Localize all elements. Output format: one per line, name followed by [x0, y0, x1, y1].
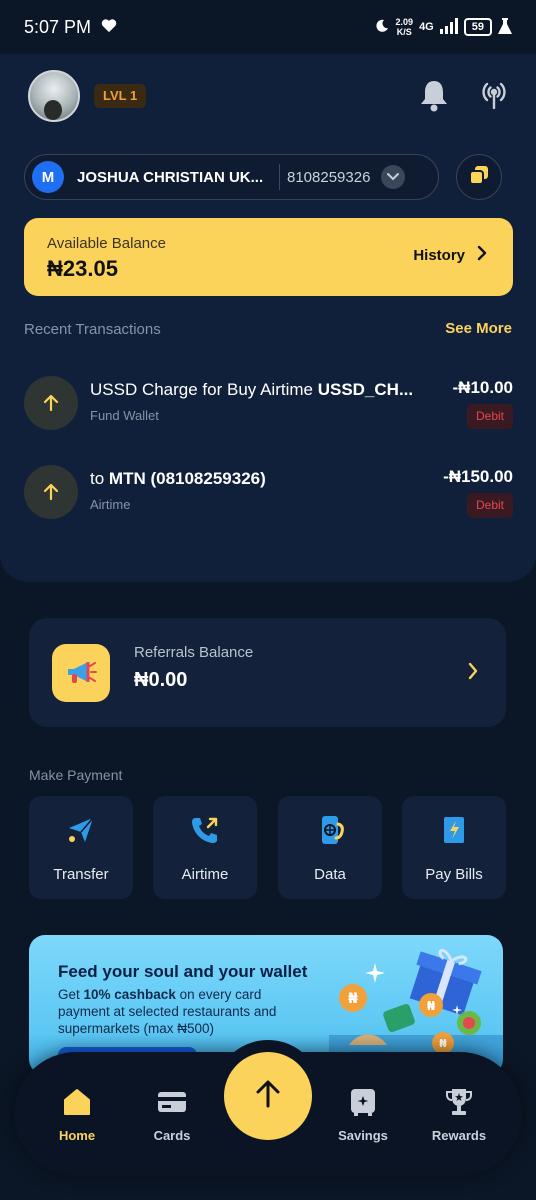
account-number: 8108259326 [287, 168, 371, 186]
debit-badge: Debit [466, 493, 513, 518]
referrals-card[interactable]: Referrals Balance ₦0.00 [29, 618, 506, 727]
bell-icon[interactable] [418, 78, 450, 112]
data-label: Data [314, 866, 346, 883]
make-payment-title: Make Payment [29, 767, 123, 783]
nav-home-label: Home [58, 1128, 96, 1143]
arrow-up-icon [24, 376, 78, 430]
divider [279, 164, 280, 190]
account-initial: M [32, 161, 64, 193]
status-right: 2.09 K/S 4G 59 [374, 17, 512, 37]
broadcast-icon[interactable] [478, 78, 510, 112]
transaction-title-bold: MTN (08108259326) [108, 469, 266, 488]
avatar-figure [44, 100, 62, 120]
balance-label: Available Balance [47, 235, 166, 252]
balance-value: ₦23.05 [47, 256, 118, 281]
promo-text: Get 10% cashback on every card payment a… [58, 986, 288, 1037]
transaction-row[interactable]: to MTN (08108259326) Airtime -₦150.00 De… [24, 463, 513, 523]
nav-rewards[interactable]: Rewards [419, 1086, 499, 1143]
copy-icon [468, 164, 490, 191]
history-label: History [413, 246, 465, 264]
nav-cards-label: Cards [153, 1128, 191, 1143]
net-speed-value: 2.09 [395, 17, 414, 27]
pay-bills-button[interactable]: Pay Bills [402, 796, 506, 899]
megaphone-icon [52, 644, 110, 702]
transaction-subtitle: Airtime [90, 497, 131, 512]
status-bar: 5:07 PM 2.09 K/S 4G 59 [0, 0, 536, 54]
chevron-right-icon [477, 245, 487, 265]
bill-icon [438, 814, 470, 846]
transaction-row[interactable]: USSD Charge for Buy Airtime USSD_CH... F… [24, 374, 513, 434]
transaction-title: USSD Charge for Buy Airtime USSD_CH... [90, 380, 430, 400]
svg-text:₦: ₦ [427, 999, 436, 1013]
nav-savings[interactable]: Savings [323, 1086, 403, 1143]
transaction-amount: -₦150.00 [443, 467, 513, 486]
arrow-up-icon [254, 1079, 282, 1114]
transaction-title-text: USSD Charge for Buy Airtime [90, 380, 318, 399]
promo-text-pre: Get [58, 987, 84, 1002]
phone-data-icon [314, 814, 346, 846]
nav-home[interactable]: Home [37, 1086, 117, 1143]
heart-icon [101, 17, 117, 38]
promo-text-bold: 10% cashback [83, 987, 176, 1002]
status-left: 5:07 PM [24, 17, 117, 38]
home-top-panel: LVL 1 M JOSHUA CHRISTIAN UK... 810825932… [0, 54, 536, 582]
signal-icon [439, 17, 458, 37]
data-button[interactable]: Data [278, 796, 382, 899]
flask-icon [498, 17, 512, 37]
referrals-value: ₦0.00 [134, 669, 188, 691]
nav-rewards-label: Rewards [431, 1128, 487, 1143]
moon-icon [374, 18, 390, 37]
phone-call-icon [189, 814, 221, 846]
transfer-label: Transfer [53, 866, 109, 883]
level-badge[interactable]: LVL 1 [94, 84, 147, 108]
transaction-subtitle: Fund Wallet [90, 408, 159, 423]
home-icon [61, 1086, 93, 1118]
pay-bills-label: Pay Bills [425, 866, 483, 883]
transfer-button[interactable]: Transfer [29, 796, 133, 899]
recent-transactions-title: Recent Transactions [24, 321, 161, 338]
chevron-right-icon [468, 662, 478, 685]
net-speed: 2.09 K/S [396, 17, 414, 37]
battery-indicator: 59 [463, 18, 492, 36]
promo-title: Feed your soul and your wallet [58, 962, 308, 981]
account-name: JOSHUA CHRISTIAN UK... [77, 168, 264, 186]
history-button[interactable]: History [413, 245, 487, 265]
trophy-icon [443, 1086, 475, 1118]
copy-button[interactable] [456, 154, 502, 200]
safe-icon [347, 1086, 379, 1118]
transaction-title-text: to [90, 469, 109, 488]
chevron-down-icon[interactable] [381, 165, 406, 189]
network-type: 4G [419, 21, 434, 33]
account-selector[interactable]: M JOSHUA CHRISTIAN UK... 8108259326 [24, 154, 439, 200]
airtime-button[interactable]: Airtime [153, 796, 257, 899]
nav-cards[interactable]: Cards [132, 1086, 212, 1143]
transaction-amount: -₦10.00 [452, 378, 513, 397]
send-icon [65, 814, 97, 846]
arrow-up-icon [24, 465, 78, 519]
balance-card: Available Balance ₦23.05 History [24, 218, 513, 296]
see-more-link[interactable]: See More [445, 320, 512, 337]
avatar[interactable] [28, 70, 80, 122]
status-time: 5:07 PM [24, 16, 92, 37]
transaction-title-bold: USSD_CH... [317, 380, 414, 399]
nav-savings-label: Savings [338, 1128, 388, 1143]
transaction-title: to MTN (08108259326) [90, 469, 430, 489]
debit-badge: Debit [466, 404, 513, 429]
svg-text:₦: ₦ [348, 991, 358, 1007]
card-icon [156, 1086, 188, 1118]
send-money-fab[interactable] [224, 1052, 312, 1140]
airtime-label: Airtime [181, 866, 229, 883]
referrals-label: Referrals Balance [134, 644, 254, 661]
net-speed-unit: K/S [396, 27, 412, 37]
svg-text:₦: ₦ [439, 1037, 447, 1050]
